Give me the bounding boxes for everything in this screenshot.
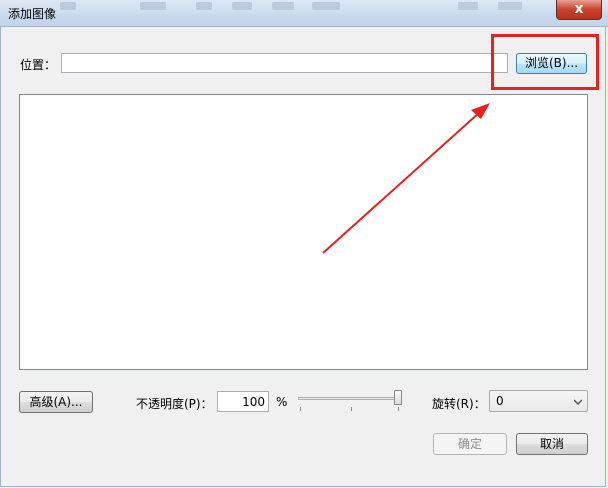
add-image-dialog: 添加图像 x 位置： 浏览(B)... 高级(A)... 不透明度(P)： % …	[0, 0, 608, 488]
arrow-shaft	[322, 111, 481, 254]
annotation-arrow	[322, 103, 490, 254]
